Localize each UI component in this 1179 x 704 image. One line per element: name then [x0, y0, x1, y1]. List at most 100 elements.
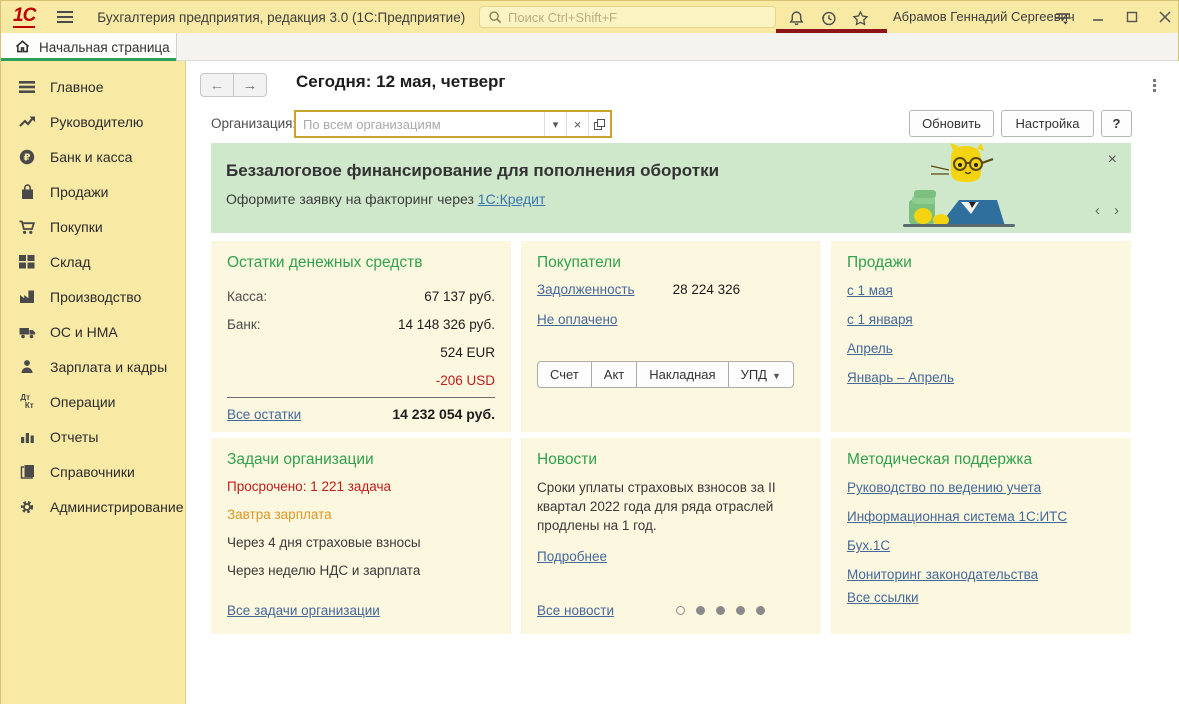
- banner-credit-link[interactable]: 1С:Кредит: [478, 191, 546, 207]
- chevron-down-icon[interactable]: ▾: [544, 112, 566, 136]
- all-tasks-link[interactable]: Все задачи организации: [227, 603, 380, 618]
- sales-april-link[interactable]: Апрель: [847, 341, 893, 356]
- gear-icon: [18, 499, 36, 515]
- sidebar-item-label: Склад: [50, 254, 91, 270]
- panel-news: Новости Сроки уплаты страховых взносов з…: [521, 438, 821, 634]
- sales-since-january-link[interactable]: с 1 января: [847, 312, 913, 327]
- cash-row-label: Банк:: [227, 317, 260, 332]
- sidebar-item-main[interactable]: Главное: [1, 69, 185, 104]
- upd-button[interactable]: УПД▼: [728, 361, 794, 388]
- overdue-tasks-text: Просрочено: 1 221 задача: [227, 479, 495, 494]
- clear-icon[interactable]: ×: [566, 112, 588, 136]
- organization-input[interactable]: [296, 112, 544, 136]
- cash-row-label: Касса:: [227, 289, 267, 304]
- panel-title: Задачи организации: [227, 451, 495, 469]
- sidebar-item-production[interactable]: Производство: [1, 279, 185, 314]
- current-user[interactable]: Абрамов Геннадий Сергеевич: [893, 9, 1075, 24]
- debt-value: 28 224 326: [673, 282, 741, 297]
- its-system-link[interactable]: Информационная система 1С:ИТС: [847, 509, 1067, 524]
- law-monitoring-link[interactable]: Мониторинг законодательства: [847, 567, 1038, 582]
- all-links-link[interactable]: Все ссылки: [847, 590, 919, 605]
- sidebar-item-bank-cash[interactable]: ₽ Банк и касса: [1, 139, 185, 174]
- total-divider: [227, 397, 495, 398]
- sidebar-item-directories[interactable]: Справочники: [1, 454, 185, 489]
- sidebar-item-reports[interactable]: Отчеты: [1, 419, 185, 454]
- bell-icon[interactable]: [786, 8, 806, 28]
- forward-button[interactable]: →: [233, 73, 267, 97]
- warehouse-grid-icon: [18, 254, 36, 270]
- carousel-dot[interactable]: [736, 606, 745, 615]
- debit-credit-icon: Дт Кт: [18, 394, 36, 410]
- banner-close-icon[interactable]: ×: [1108, 151, 1117, 169]
- svg-text:₽: ₽: [24, 152, 31, 163]
- help-button[interactable]: ?: [1101, 110, 1132, 137]
- sidebar-item-label: Производство: [50, 289, 141, 305]
- invoice-button[interactable]: Счет: [537, 361, 592, 388]
- panel-title: Новости: [537, 451, 805, 469]
- shopping-cart-icon: [18, 219, 36, 235]
- cash-row-value-negative: -206 USD: [436, 373, 495, 388]
- document-buttons: Счет Акт Накладная УПД▼: [537, 361, 805, 388]
- all-balances-link[interactable]: Все остатки: [227, 407, 301, 422]
- main-menu-button[interactable]: [57, 11, 73, 23]
- carousel-dot[interactable]: [696, 606, 705, 615]
- sidebar-item-sales[interactable]: Продажи: [1, 174, 185, 209]
- sidebar-item-warehouse[interactable]: Склад: [1, 244, 185, 279]
- sidebar-item-administration[interactable]: Администрирование: [1, 489, 185, 524]
- sidebar-item-label: Главное: [50, 79, 104, 95]
- nav-history-buttons: ← →: [200, 73, 267, 97]
- global-search[interactable]: [479, 6, 776, 28]
- panel-cash-balances: Остатки денежных средств Касса:67 137 ру…: [211, 241, 511, 432]
- carousel-dot[interactable]: [756, 606, 765, 615]
- organization-label: Организация:: [211, 116, 296, 131]
- debt-link[interactable]: Задолженность: [537, 282, 635, 297]
- history-icon[interactable]: [818, 8, 838, 28]
- panel-buyers: Покупатели Задолженность 28 224 326 Не о…: [521, 241, 821, 432]
- all-news-link[interactable]: Все новости: [537, 603, 614, 618]
- sales-jan-apr-link[interactable]: Январь – Апрель: [847, 370, 954, 385]
- carousel-dot[interactable]: [716, 606, 725, 615]
- search-input[interactable]: [508, 10, 758, 25]
- banner-prev-icon[interactable]: ‹: [1095, 202, 1100, 219]
- banner-carousel-arrows: ‹ ›: [1095, 202, 1119, 219]
- sidebar-item-operations[interactable]: Дт Кт Операции: [1, 384, 185, 419]
- close-button[interactable]: [1153, 7, 1177, 27]
- organization-combobox[interactable]: ▾ ×: [294, 110, 612, 138]
- accounting-guide-link[interactable]: Руководство по ведению учета: [847, 480, 1041, 495]
- menu-lines-icon: [18, 79, 36, 95]
- sidebar-item-fixed-assets[interactable]: ОС и НМА: [1, 314, 185, 349]
- back-button[interactable]: ←: [200, 73, 234, 97]
- sidebar-item-payroll-hr[interactable]: Зарплата и кадры: [1, 349, 185, 384]
- settings-button[interactable]: Настройка: [1001, 110, 1094, 137]
- cash-row-value: 14 148 326 руб.: [398, 317, 495, 332]
- open-list-icon[interactable]: [588, 112, 610, 136]
- sidebar-item-label: Покупки: [50, 219, 103, 235]
- sidebar-item-label: Отчеты: [50, 429, 98, 445]
- carousel-dot-active[interactable]: [676, 606, 685, 615]
- unpaid-link[interactable]: Не оплачено: [537, 312, 617, 327]
- task-text: Через неделю НДС и зарплата: [227, 563, 495, 578]
- panel-title: Продажи: [847, 254, 1115, 272]
- app-window: 1С Бухгалтерия предприятия, редакция 3.0…: [0, 0, 1179, 704]
- waybill-button[interactable]: Накладная: [636, 361, 728, 388]
- refresh-button[interactable]: Обновить: [909, 110, 994, 137]
- sidebar-item-purchases[interactable]: Покупки: [1, 209, 185, 244]
- minimize-button[interactable]: [1086, 7, 1110, 27]
- maximize-button[interactable]: [1120, 7, 1144, 27]
- bar-chart-icon: [18, 429, 36, 445]
- sidebar-item-manager[interactable]: Руководителю: [1, 104, 185, 139]
- buh1c-link[interactable]: Бух.1С: [847, 538, 890, 553]
- service-menu-icon[interactable]: [1053, 8, 1073, 28]
- star-icon[interactable]: [850, 8, 870, 28]
- more-menu-icon[interactable]: [1153, 79, 1156, 92]
- title-bar: 1С Бухгалтерия предприятия, редакция 3.0…: [1, 1, 1178, 33]
- act-button[interactable]: Акт: [591, 361, 637, 388]
- tab-label: Начальная страница: [39, 40, 170, 55]
- shopping-bag-icon: [18, 184, 36, 200]
- sidebar-item-label: ОС и НМА: [50, 324, 118, 340]
- news-more-link[interactable]: Подробнее: [537, 549, 607, 564]
- banner-next-icon[interactable]: ›: [1114, 202, 1119, 219]
- sales-since-may-link[interactable]: с 1 мая: [847, 283, 893, 298]
- tab-home-page[interactable]: Начальная страница: [1, 33, 177, 61]
- sidebar-item-label: Администрирование: [50, 499, 184, 515]
